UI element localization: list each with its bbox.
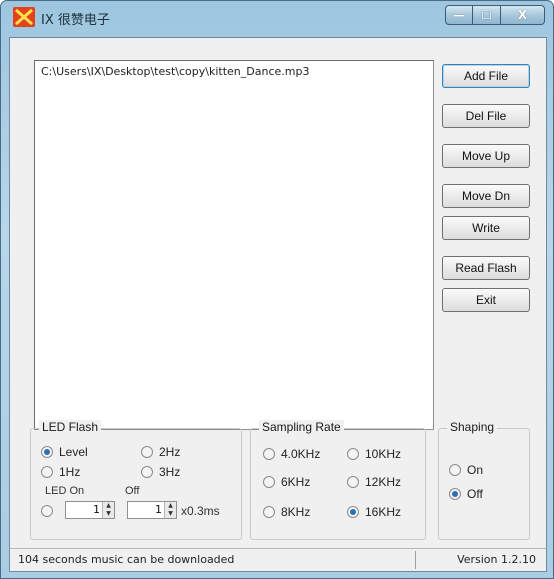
radio-level-dot[interactable] — [41, 446, 53, 458]
radio-4khz-label: 4.0KHz — [281, 447, 321, 461]
radio-3hz[interactable]: 3Hz — [141, 465, 180, 479]
spin-up-icon[interactable]: ▲ — [103, 502, 114, 510]
led-unit-label: x0.3ms — [181, 504, 220, 518]
status-separator — [415, 551, 416, 569]
radio-16khz-label: 16KHz — [365, 505, 402, 519]
client-area: C:\Users\IX\Desktop\test\copy\kitten_Dan… — [9, 37, 547, 572]
add-file-button[interactable]: Add File — [442, 64, 530, 88]
minimize-button[interactable]: — — [445, 5, 473, 25]
radio-12khz[interactable]: 12KHz — [347, 475, 401, 489]
radio-12khz-label: 12KHz — [365, 475, 402, 489]
radio-shaping-on-dot[interactable] — [449, 464, 461, 476]
led-on-label: LED On — [45, 485, 85, 497]
radio-8khz[interactable]: 8KHz — [263, 505, 310, 519]
radio-6khz-dot[interactable] — [263, 476, 275, 488]
radio-3hz-label: 3Hz — [159, 465, 181, 479]
led-off-spinner[interactable]: 1 ▲ ▼ — [127, 501, 177, 519]
exit-button[interactable]: Exit — [442, 288, 530, 312]
status-bar: 104 seconds music can be downloaded Vers… — [10, 548, 546, 571]
led-off-label: Off — [125, 485, 140, 497]
radio-shaping-on[interactable]: On — [449, 463, 483, 477]
caption-buttons: — ☐ X — [445, 5, 545, 25]
led-off-value[interactable]: 1 — [128, 502, 164, 518]
version-label: Version 1.2.10 — [457, 553, 536, 566]
spin-up-icon[interactable]: ▲ — [165, 502, 176, 510]
radio-16khz[interactable]: 16KHz — [347, 505, 401, 519]
app-logo-icon — [13, 7, 35, 27]
spin-down-icon[interactable]: ▼ — [165, 510, 176, 518]
maximize-button[interactable]: ☐ — [473, 5, 501, 25]
file-list[interactable]: C:\Users\IX\Desktop\test\copy\kitten_Dan… — [34, 60, 434, 430]
radio-4khz[interactable]: 4.0KHz — [263, 447, 320, 461]
radio-16khz-dot[interactable] — [347, 506, 359, 518]
spin-down-icon[interactable]: ▼ — [103, 510, 114, 518]
radio-level-label: Level — [59, 445, 88, 459]
radio-12khz-dot[interactable] — [347, 476, 359, 488]
shaping-group: Shaping On Off — [438, 420, 530, 540]
sampling-rate-group: Sampling Rate 4.0KHz 10KHz 6KHz 12KHz 8K… — [250, 420, 426, 540]
radio-1hz-label: 1Hz — [59, 465, 81, 479]
window-title: IX 很赞电子 — [41, 13, 110, 28]
radio-custom-dot[interactable] — [41, 505, 53, 517]
radio-level[interactable]: Level — [41, 445, 88, 459]
radio-6khz-label: 6KHz — [281, 475, 311, 489]
led-on-spin-arrows[interactable]: ▲ ▼ — [102, 502, 114, 518]
radio-6khz[interactable]: 6KHz — [263, 475, 310, 489]
radio-10khz-label: 10KHz — [365, 447, 402, 461]
led-on-value[interactable]: 1 — [66, 502, 102, 518]
move-up-button[interactable]: Move Up — [442, 144, 530, 168]
radio-shaping-off[interactable]: Off — [449, 487, 483, 501]
move-down-button[interactable]: Move Dn — [442, 184, 530, 208]
file-list-item[interactable]: C:\Users\IX\Desktop\test\copy\kitten_Dan… — [41, 65, 309, 78]
read-flash-button[interactable]: Read Flash — [442, 256, 530, 280]
title-bar[interactable]: IX 很赞电子 — ☐ X — [1, 1, 553, 37]
led-on-spinner[interactable]: 1 ▲ ▼ — [65, 501, 115, 519]
radio-custom[interactable] — [41, 505, 59, 517]
radio-10khz-dot[interactable] — [347, 448, 359, 460]
led-flash-group: LED Flash Level 2Hz 1Hz 3Hz LED On Off 1… — [30, 420, 242, 540]
radio-2hz[interactable]: 2Hz — [141, 445, 180, 459]
radio-shaping-off-label: Off — [467, 487, 483, 501]
radio-1hz[interactable]: 1Hz — [41, 465, 80, 479]
radio-shaping-off-dot[interactable] — [449, 488, 461, 500]
radio-8khz-dot[interactable] — [263, 506, 275, 518]
radio-2hz-dot[interactable] — [141, 446, 153, 458]
write-button[interactable]: Write — [442, 216, 530, 240]
del-file-button[interactable]: Del File — [442, 104, 530, 128]
radio-1hz-dot[interactable] — [41, 466, 53, 478]
radio-10khz[interactable]: 10KHz — [347, 447, 401, 461]
led-off-spin-arrows[interactable]: ▲ ▼ — [164, 502, 176, 518]
radio-shaping-on-label: On — [467, 463, 484, 477]
radio-2hz-label: 2Hz — [159, 445, 181, 459]
status-message: 104 seconds music can be downloaded — [18, 553, 235, 566]
shaping-label: Shaping — [447, 420, 498, 434]
radio-3hz-dot[interactable] — [141, 466, 153, 478]
led-flash-label: LED Flash — [39, 420, 102, 434]
radio-8khz-label: 8KHz — [281, 505, 311, 519]
close-button[interactable]: X — [501, 5, 545, 25]
radio-4khz-dot[interactable] — [263, 448, 275, 460]
sampling-rate-label: Sampling Rate — [259, 420, 344, 434]
app-window: IX 很赞电子 — ☐ X C:\Users\IX\Desktop\test\c… — [0, 0, 554, 579]
